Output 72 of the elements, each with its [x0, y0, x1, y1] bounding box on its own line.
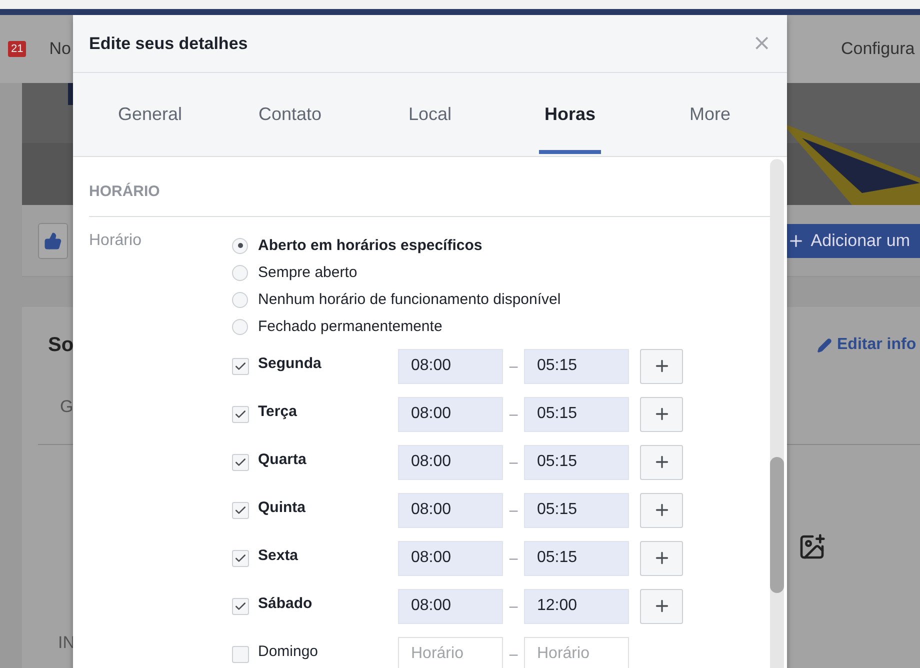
- option-label[interactable]: Aberto em horários específicos: [258, 237, 482, 254]
- day-label: Terça: [258, 402, 298, 420]
- time-field[interactable]: 12:00: [524, 588, 629, 624]
- time-field[interactable]: Horário: [398, 636, 503, 668]
- time-field[interactable]: 05:15: [524, 396, 629, 432]
- range-dash: –: [508, 358, 519, 374]
- check-icon: [234, 504, 247, 516]
- checkbox[interactable]: [232, 646, 249, 662]
- thumbs-up-icon: [44, 232, 62, 250]
- tab[interactable]: Contato: [220, 73, 360, 156]
- time-field[interactable]: 08:00: [398, 396, 503, 432]
- option-label[interactable]: Fechado permanentemente: [258, 318, 442, 335]
- add-time-button[interactable]: [640, 348, 683, 384]
- option-label[interactable]: Nenhum horário de funcionamento disponível: [258, 291, 561, 308]
- field-label: Horário: [89, 232, 142, 250]
- time-field[interactable]: 08:00: [398, 444, 503, 480]
- option-label[interactable]: Sempre aberto: [258, 264, 358, 281]
- add-time-button[interactable]: [640, 396, 683, 432]
- range-dash: –: [508, 454, 519, 470]
- time-field[interactable]: 05:15: [524, 492, 629, 528]
- add-time-button[interactable]: [640, 540, 683, 576]
- scrollbar-thumb[interactable]: [770, 457, 784, 593]
- checkbox[interactable]: [232, 454, 249, 470]
- day-label: Sábado: [258, 594, 314, 612]
- day-label: Domingo: [258, 642, 320, 660]
- range-dash: –: [508, 502, 519, 518]
- day-label: Segunda: [258, 354, 322, 372]
- like-button[interactable]: [38, 222, 68, 258]
- range-dash: –: [508, 646, 519, 662]
- radio-button[interactable]: [232, 264, 248, 280]
- card-title: So: [48, 334, 74, 356]
- nav-link[interactable]: No: [49, 39, 71, 59]
- check-icon: [234, 456, 247, 468]
- notification-badge: 21: [8, 41, 26, 57]
- checkbox[interactable]: [232, 598, 249, 614]
- add-time-button[interactable]: [640, 492, 683, 528]
- checkbox[interactable]: [232, 406, 249, 422]
- add-photo-icon[interactable]: [798, 533, 826, 561]
- tab[interactable]: More: [640, 73, 780, 156]
- time-field[interactable]: 08:00: [398, 492, 503, 528]
- day-label: Quinta: [258, 498, 306, 516]
- time-field[interactable]: 08:00: [398, 348, 503, 384]
- time-field[interactable]: 05:15: [524, 348, 629, 384]
- time-field[interactable]: Horário: [524, 636, 629, 668]
- range-dash: –: [508, 550, 519, 566]
- day-label: Sexta: [258, 546, 300, 564]
- time-field[interactable]: 05:15: [524, 540, 629, 576]
- tab[interactable]: Horas: [500, 73, 640, 156]
- add-time-button[interactable]: [640, 588, 683, 624]
- check-icon: [234, 360, 247, 372]
- add-time-button[interactable]: [640, 444, 683, 480]
- checkbox[interactable]: [232, 502, 249, 518]
- radio-button[interactable]: [232, 292, 248, 308]
- tab[interactable]: Local: [360, 73, 500, 156]
- tab[interactable]: General: [80, 73, 220, 156]
- range-dash: –: [508, 406, 519, 422]
- checkbox[interactable]: [232, 358, 249, 374]
- check-icon: [234, 408, 247, 420]
- section-heading: HORÁRIO: [89, 183, 160, 200]
- nav-link[interactable]: Configura: [840, 39, 915, 59]
- checkbox[interactable]: [232, 550, 249, 566]
- time-field[interactable]: 05:15: [524, 444, 629, 480]
- check-icon: [234, 552, 247, 564]
- radio-button[interactable]: [232, 318, 248, 334]
- pencil-icon: [817, 338, 832, 352]
- dialog-title: Edite seus detalhes: [89, 34, 248, 54]
- time-field[interactable]: 08:00: [398, 540, 503, 576]
- radio-button[interactable]: [232, 238, 248, 254]
- time-field[interactable]: 08:00: [398, 588, 503, 624]
- day-label: Quarta: [258, 450, 308, 468]
- check-icon: [234, 600, 247, 612]
- range-dash: –: [508, 598, 519, 614]
